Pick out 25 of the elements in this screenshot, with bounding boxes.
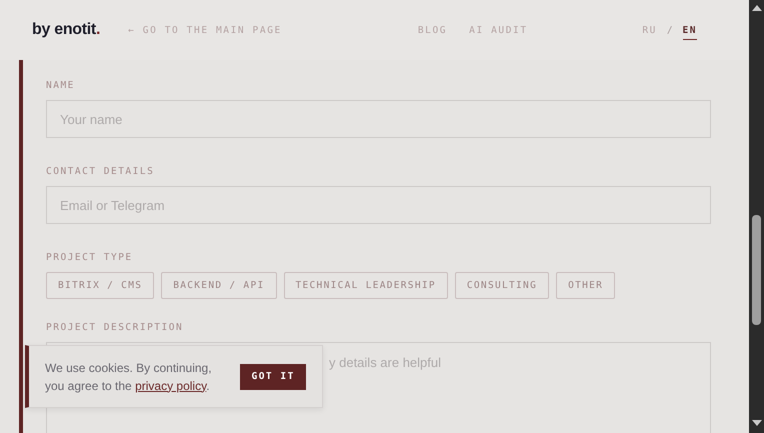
scrollbar-thumb[interactable] [752,215,761,325]
project-type-chip[interactable]: CONSULTING [454,272,550,300]
language-link[interactable]: EN [682,20,697,40]
field-label: NAME [46,80,76,91]
scroll-down-icon[interactable] [752,420,762,426]
project-type-chip[interactable]: OTHER [556,272,616,300]
logo[interactable]: by enotit. [32,21,100,39]
project-type-chip[interactable]: TECHNICAL LEADERSHIP [284,272,448,300]
contact-field[interactable]: Email or Telegram [46,186,711,224]
nav-link[interactable]: AI AUDIT [469,24,528,36]
privacy-policy-link[interactable]: privacy policy [135,378,206,392]
language-separator: / [666,24,673,36]
language-link[interactable]: RU [642,21,657,39]
got-it-button[interactable]: GOT IT [240,364,306,390]
main-page-link[interactable]: ← GO TO THE MAIN PAGE [128,24,282,36]
project-type-chip[interactable]: BITRIX / CMS [46,272,154,300]
nav-link[interactable]: BLOG [418,24,448,36]
project-type-chip[interactable]: BACKEND / API [161,272,276,300]
cookie-text: We use cookies. By continuing, you agree to the privacy policy. [45,360,213,394]
scrollbar[interactable] [749,0,764,433]
field-label: PROJECT DESCRIPTION [46,322,184,334]
name-field[interactable]: Your name [46,100,711,138]
field-label: PROJECT TYPE [46,252,134,264]
field-label: CONTACT DETAILS [46,166,156,178]
scroll-up-icon[interactable] [752,5,762,11]
